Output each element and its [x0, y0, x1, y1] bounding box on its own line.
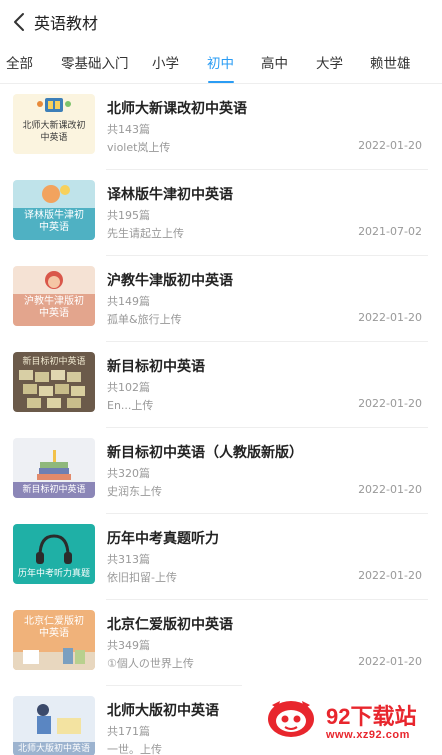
book-cover: 译林版牛津初中英语	[13, 180, 95, 240]
upload-date: 2022-01-20	[358, 483, 422, 496]
page-title: 英语教材	[34, 14, 99, 33]
article-count: 共313篇	[107, 553, 150, 566]
book-cover-text: 北京仁爱版初中英语	[24, 616, 84, 639]
book-cover: 北京仁爱版初中英语	[13, 610, 95, 670]
book-title: 北师大版初中英语	[107, 703, 219, 719]
article-count: 共320篇	[107, 467, 150, 480]
tab-all[interactable]: 全部	[6, 44, 33, 84]
list-item[interactable]: 译林版牛津初中英语 译林版牛津初中英语 共195篇 先生请起立上传 2021-0…	[0, 170, 442, 256]
article-count: 共349篇	[107, 639, 150, 652]
article-count: 共171篇	[107, 725, 150, 738]
article-count: 共102篇	[107, 381, 150, 394]
upload-date: 2022-01-20	[358, 569, 422, 582]
book-cover-text: 新目标初中英语	[22, 357, 86, 367]
list-item[interactable]: 北京仁爱版初中英语 北京仁爱版初中英语 共349篇 ①個人の世界上传 2022-…	[0, 600, 442, 686]
book-title: 沪教牛津版初中英语	[107, 273, 233, 289]
tab-university[interactable]: 大学	[316, 44, 343, 84]
list-item[interactable]: 新目标初中英语 新目标初中英语（人教版新版） 共320篇 史润东上传 2022-…	[0, 428, 442, 514]
uploader: violet岚上传	[107, 141, 171, 154]
book-cover-text: 历年中考听力真题	[17, 569, 90, 579]
book-cover-text: 北师大新课改初中英语	[22, 121, 86, 143]
book-title: 译林版牛津初中英语	[107, 187, 233, 203]
uploader: En...上传	[107, 399, 154, 412]
book-cover-text: 新目标初中英语	[22, 485, 86, 495]
uploader: 孤单&旅行上传	[107, 313, 182, 326]
book-cover: 北师大新课改初中英语	[13, 94, 95, 154]
watermark-url: www.xz92.com	[326, 729, 410, 741]
list-item[interactable]: 历年中考听力真题 历年中考真题听力 共313篇 依旧扣留-上传 2022-01-…	[0, 514, 442, 600]
upload-date: 2022-01-20	[358, 397, 422, 410]
tab-lai-shixiong[interactable]: 赖世雄	[370, 44, 411, 84]
book-cover-text: 译林版牛津初中英语	[24, 210, 84, 233]
watermark-logo-icon	[268, 701, 314, 737]
category-tabs: 全部 零基础入门 小学 初中 高中 大学 赖世雄	[0, 44, 442, 84]
uploader: 依旧扣留-上传	[107, 571, 177, 584]
upload-date: 2022-01-20	[358, 655, 422, 668]
list-item[interactable]: 新目标初中英语 新目标初中英语 共102篇 En...上传 2022-01-20	[0, 342, 442, 428]
list-item[interactable]: 沪教牛津版初中英语 沪教牛津版初中英语 共149篇 孤单&旅行上传 2022-0…	[0, 256, 442, 342]
book-title: 新目标初中英语	[107, 359, 205, 375]
book-cover: 历年中考听力真题	[13, 524, 95, 584]
book-title: 新目标初中英语（人教版新版）	[107, 445, 303, 461]
book-cover: 新目标初中英语	[13, 352, 95, 412]
tab-beginner[interactable]: 零基础入门	[61, 44, 129, 84]
uploader: 先生请起立上传	[107, 227, 184, 240]
tab-junior-high[interactable]: 初中	[207, 44, 234, 84]
article-count: 共149篇	[107, 295, 150, 308]
watermark-text: 92下载站	[326, 704, 417, 729]
book-cover: 沪教牛津版初中英语	[13, 266, 95, 326]
book-cover-text: 北师大版初中英语	[17, 744, 90, 754]
uploader: 史润东上传	[107, 485, 162, 498]
article-count: 共195篇	[107, 209, 150, 222]
book-title: 历年中考真题听力	[107, 531, 219, 547]
book-cover: 北师大版初中英语	[13, 696, 95, 755]
tab-senior-high[interactable]: 高中	[261, 44, 288, 84]
tab-primary[interactable]: 小学	[152, 44, 179, 84]
book-cover: 新目标初中英语	[13, 438, 95, 498]
book-title: 北师大新课改初中英语	[107, 101, 247, 117]
book-cover-text: 沪教牛津版初中英语	[24, 296, 84, 319]
back-button[interactable]	[4, 0, 34, 44]
active-tab-indicator	[208, 81, 234, 83]
uploader: 一世。上传	[107, 743, 162, 755]
app-header: 英语教材	[0, 0, 442, 44]
upload-date: 2021-07-02	[358, 225, 422, 238]
chevron-left-icon	[14, 13, 24, 31]
upload-date: 2022-01-20	[358, 139, 422, 152]
book-title: 北京仁爱版初中英语	[107, 617, 233, 633]
list-item[interactable]: 北师大新课改初中英语 北师大新课改初中英语 共143篇 violet岚上传 20…	[0, 84, 442, 170]
uploader: ①個人の世界上传	[107, 657, 194, 670]
upload-date: 2022-01-20	[358, 311, 422, 324]
article-count: 共143篇	[107, 123, 150, 136]
site-watermark: 92下载站 www.xz92.com	[242, 683, 442, 755]
